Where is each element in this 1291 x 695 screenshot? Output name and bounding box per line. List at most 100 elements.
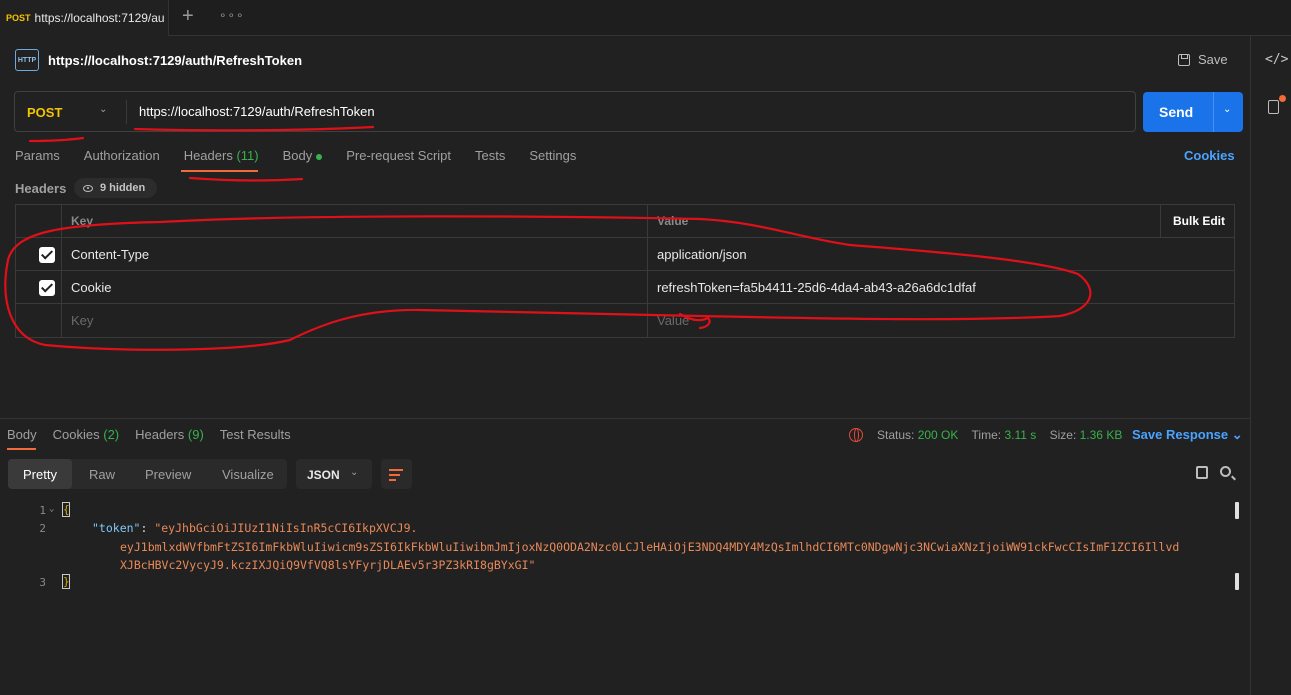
language-select[interactable]: JSON ⌄ (296, 459, 372, 489)
active-response-tab-underline (7, 448, 36, 450)
annotation-underline-method (28, 136, 85, 143)
url-divider (126, 100, 127, 124)
headers-label: Headers (15, 181, 67, 196)
tab-headers[interactable]: Headers (11) (184, 148, 259, 168)
active-tab-underline (181, 170, 258, 172)
size-label: Size: (1049, 428, 1077, 442)
language-label: JSON (307, 468, 340, 482)
tab-bar: POST https://localhost:7129/au + ∘∘∘ (0, 0, 1291, 36)
header-checkbox-column (16, 205, 62, 237)
save-response-button[interactable]: Save Response ⌄ (1132, 427, 1243, 443)
send-options-chevron-icon[interactable]: ⌄ (1223, 104, 1231, 115)
globe-icon[interactable] (849, 428, 863, 442)
tab-response-headers-count: (9) (187, 427, 204, 442)
right-sidebar: </> (1250, 36, 1291, 695)
tab-headers-label: Headers (183, 148, 233, 163)
response-status: Status: 200 OK Time: 3.11 s Size: 1.36 K… (877, 428, 1132, 442)
save-icon (1178, 53, 1190, 66)
headers-table: Key Value Bulk Edit Content-Type applica… (15, 204, 1235, 338)
tab-response-cookies[interactable]: Cookies (2) (53, 427, 119, 442)
column-value: Value (657, 214, 689, 228)
request-tabs: Params Authorization Headers (11) Body P… (15, 148, 600, 168)
request-tab[interactable]: POST https://localhost:7129/au (0, 0, 169, 36)
fold-chevron-icon[interactable]: ⌄ (49, 504, 54, 514)
url-bar: POST ⌄ https://localhost:7129/auth/Refre… (14, 91, 1136, 132)
send-button[interactable]: Send ⌄ (1143, 92, 1243, 132)
send-divider (1213, 92, 1214, 132)
save-response-label: Save Response (1132, 427, 1229, 442)
time-value[interactable]: 3.11 s (1004, 428, 1036, 442)
chevron-down-icon[interactable]: ⌄ (99, 104, 107, 115)
checkbox-icon[interactable] (39, 247, 55, 263)
header-value-cell[interactable]: application/json (648, 238, 1160, 270)
format-visualize[interactable]: Visualize (222, 467, 274, 482)
size-value[interactable]: 1.36 KB (1080, 428, 1123, 442)
method-select[interactable]: POST (27, 105, 62, 120)
more-tabs-icon[interactable]: ∘∘∘ (219, 8, 245, 22)
new-key-input[interactable]: Key (62, 304, 648, 337)
send-label: Send (1159, 104, 1194, 120)
scrollbar-marker[interactable] (1235, 573, 1239, 590)
tab-test-results[interactable]: Test Results (220, 427, 291, 442)
table-row: Cookie refreshToken=fa5b4411-25d6-4da4-a… (16, 271, 1234, 304)
table-row-new: Key Value (16, 304, 1234, 337)
open-brace: { (62, 502, 70, 517)
pane-divider[interactable] (0, 418, 1250, 419)
chevron-down-icon: ⌄ (1231, 427, 1243, 442)
line-number: 2 (39, 522, 46, 535)
format-raw[interactable]: Raw (89, 467, 115, 482)
code-icon[interactable]: </> (1265, 52, 1291, 67)
line-number: 1 (39, 504, 46, 517)
annotation-underline-headers-tab (188, 176, 304, 182)
tab-response-headers[interactable]: Headers (9) (135, 427, 204, 442)
row-checkbox-cell (16, 271, 62, 303)
header-key-cell[interactable]: Content-Type (62, 238, 648, 270)
scrollbar-marker[interactable] (1235, 502, 1239, 519)
cookies-link[interactable]: Cookies (1184, 148, 1235, 163)
tab-settings[interactable]: Settings (529, 148, 576, 168)
json-token-value-1: "eyJhbGciOiJIUzI1NiIsInR5cCI6IkpXVCJ9. (154, 521, 418, 535)
copy-icon[interactable] (1196, 466, 1208, 479)
tab-headers-count: (11) (236, 148, 259, 163)
format-pretty[interactable]: Pretty (8, 459, 72, 489)
json-token-line: "token": "eyJhbGciOiJIUzI1NiIsInR5cCI6Ik… (92, 521, 417, 535)
table-row: Content-Type application/json (16, 238, 1234, 271)
hidden-headers-toggle[interactable]: 9 hidden (74, 178, 157, 198)
json-colon: : (140, 521, 155, 535)
save-button[interactable]: Save (1178, 52, 1228, 67)
search-icon[interactable] (1220, 466, 1231, 477)
tab-response-headers-label: Headers (135, 427, 185, 442)
header-key-cell[interactable]: Cookie (62, 271, 648, 303)
status-label: Status: (877, 428, 915, 442)
save-label: Save (1198, 52, 1228, 67)
request-tab-method: POST (6, 13, 31, 23)
bulk-edit-button[interactable]: Bulk Edit (1160, 205, 1236, 237)
chevron-down-icon: ⌄ (350, 467, 359, 478)
new-tab-icon[interactable]: + (182, 6, 194, 26)
response-tabs: Body Cookies (2) Headers (9) Test Result… (7, 427, 307, 442)
format-tabs: Pretty Raw Preview Visualize (8, 459, 287, 489)
checkbox-icon[interactable] (39, 280, 55, 296)
tab-authorization[interactable]: Authorization (84, 148, 160, 168)
line-number: 3 (39, 576, 46, 589)
row-checkbox-cell (16, 304, 62, 337)
new-value-input[interactable]: Value (648, 304, 1160, 337)
request-title[interactable]: https://localhost:7129/auth/RefreshToken (48, 53, 302, 68)
status-value[interactable]: 200 OK (918, 428, 959, 442)
format-preview[interactable]: Preview (145, 467, 191, 482)
wrap-icon[interactable] (381, 459, 412, 489)
tab-params[interactable]: Params (15, 148, 60, 168)
tab-response-cookies-label: Cookies (52, 427, 100, 442)
tab-prerequest-script[interactable]: Pre-request Script (346, 148, 451, 168)
url-input[interactable]: https://localhost:7129/auth/RefreshToken (139, 104, 375, 119)
json-key: "token" (92, 521, 141, 535)
http-icon: HTTP (15, 49, 39, 71)
document-icon[interactable] (1268, 100, 1279, 114)
header-value-cell[interactable]: refreshToken=fa5b4411-25d6-4da4-ab43-a26… (648, 271, 1160, 303)
tab-body[interactable]: Body (283, 148, 323, 168)
tab-response-body[interactable]: Body (7, 427, 37, 442)
time-label: Time: (971, 428, 1002, 442)
body-indicator-dot (316, 153, 323, 160)
tab-tests[interactable]: Tests (475, 148, 505, 168)
notification-dot (1279, 95, 1286, 102)
